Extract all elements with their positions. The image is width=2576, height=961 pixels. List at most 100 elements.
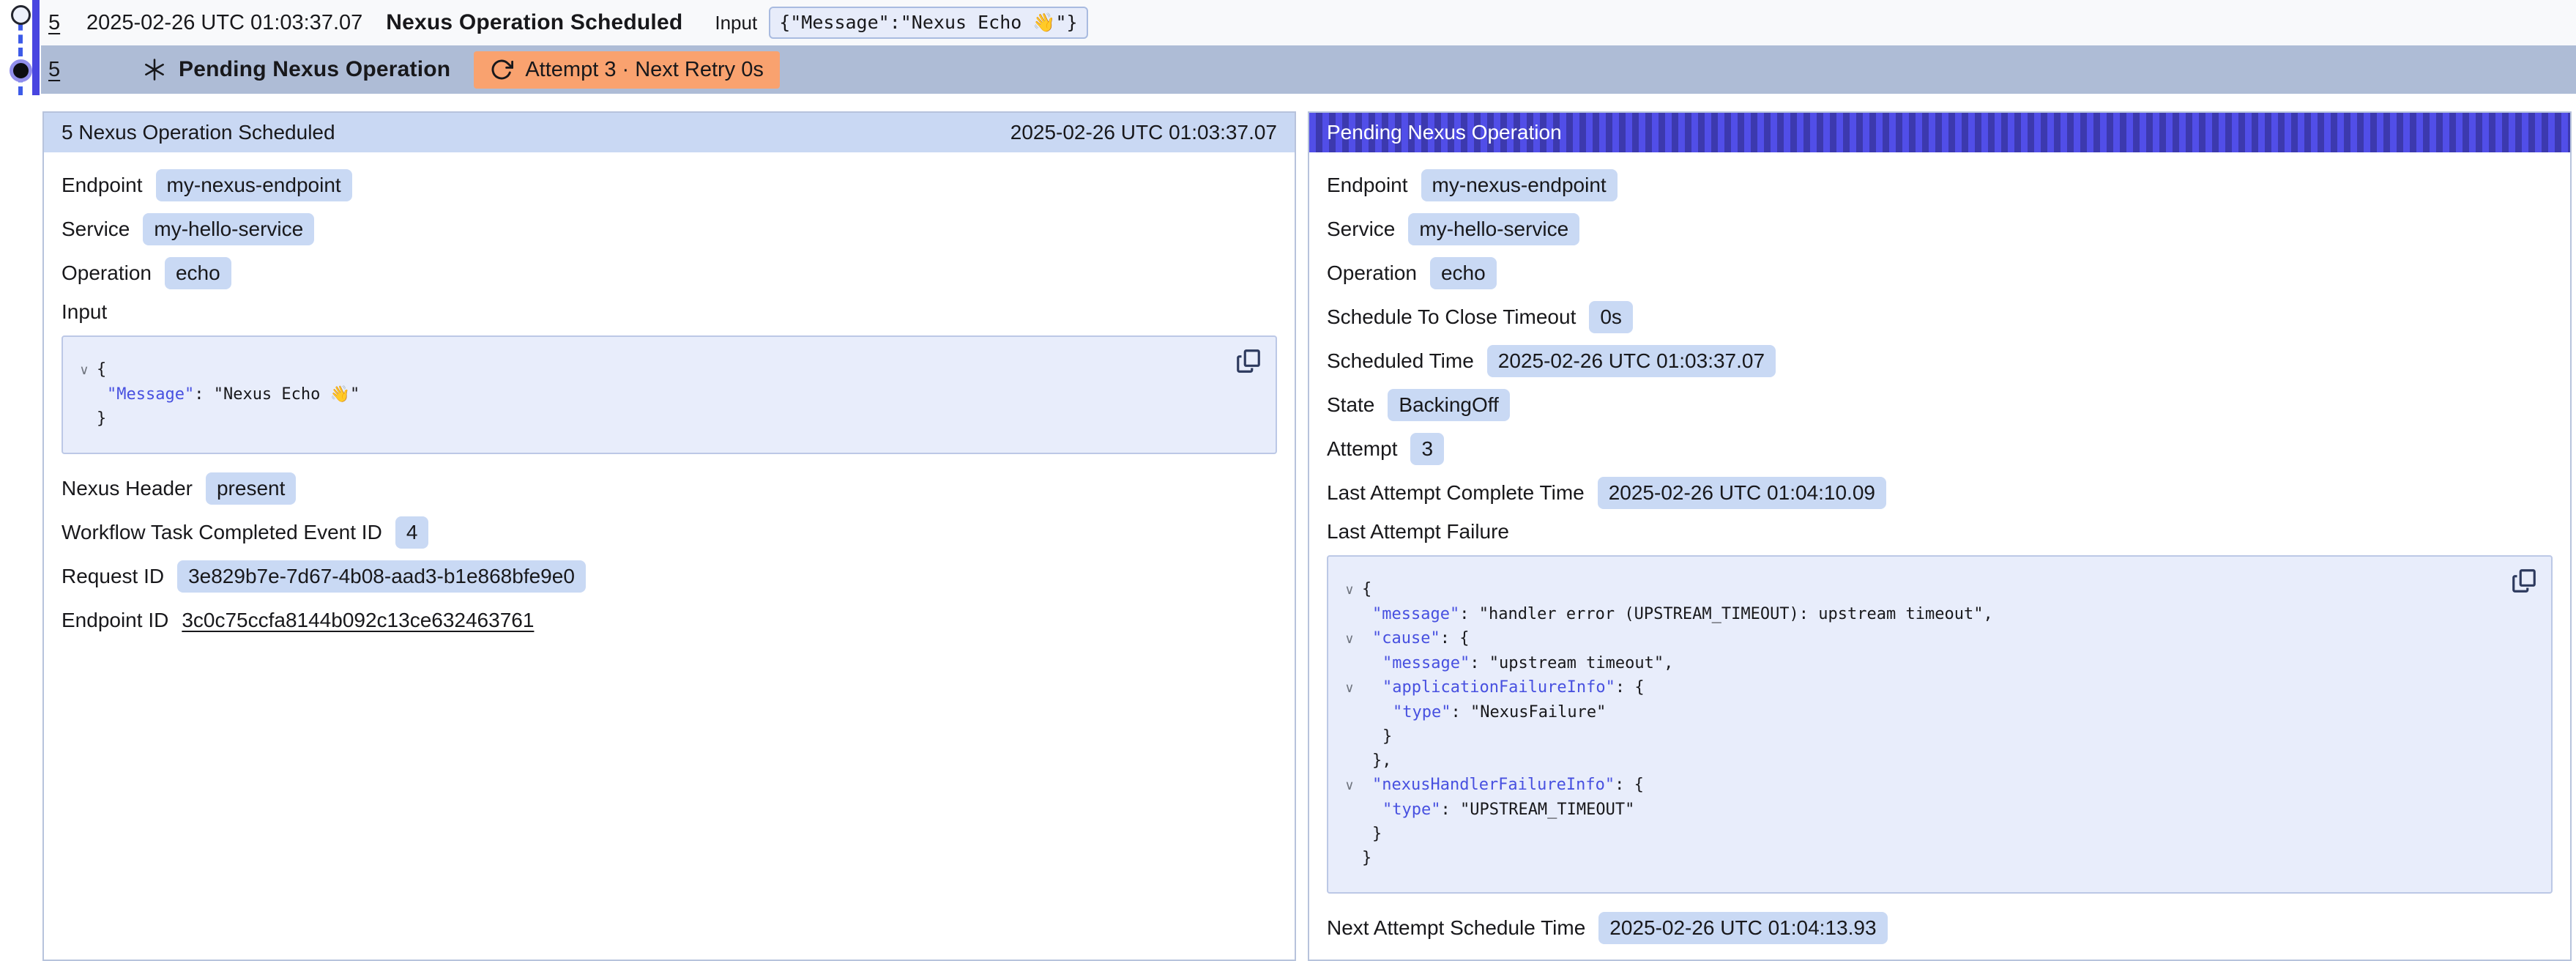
field-row: Next Attempt Schedule Time2025-02-26 UTC… — [1327, 911, 2553, 945]
json-line: "type": "UPSTREAM_TIMEOUT" — [1337, 798, 2493, 822]
retry-icon — [490, 58, 513, 81]
json-line: } — [1337, 822, 2493, 846]
field-label: Service — [1327, 218, 1395, 241]
event-timestamp: 2025-02-26 UTC 01:03:37.07 — [86, 11, 362, 35]
json-key: "applicationFailureInfo" — [1382, 678, 1615, 697]
pending-operation-panel: Pending Nexus Operation Endpointmy-nexus… — [1308, 111, 2572, 961]
collapse-chevron-icon[interactable]: ∨ — [1337, 676, 1362, 700]
json-text: : "handler error (UPSTREAM_TIMEOUT): ups… — [1459, 605, 1992, 623]
field-row: Attempt3 — [1327, 432, 2553, 466]
event-input-label: Input — [715, 12, 757, 34]
json-line-content: "type": "UPSTREAM_TIMEOUT" — [1362, 798, 1634, 822]
scheduled-fields-bottom: Nexus HeaderpresentWorkflow Task Complet… — [62, 472, 1277, 637]
json-line-content: "type": "NexusFailure" — [1362, 700, 1606, 724]
failure-json-block: ∨{"message": "handler error (UPSTREAM_TI… — [1327, 555, 2553, 894]
json-line-content: } — [1362, 724, 1392, 749]
json-line-content: "cause": { — [1362, 626, 1469, 650]
event-input-preview-badge[interactable]: {"Message":"Nexus Echo 👋"} — [769, 7, 1087, 39]
json-line: "message": "upstream timeout", — [1337, 651, 2493, 675]
field-value-badge: 3 — [1410, 433, 1444, 465]
field-row: Last Attempt Complete Time 2025-02-26 UTC… — [1327, 476, 2553, 510]
json-line: ∨"applicationFailureInfo": { — [1337, 675, 2493, 700]
json-key: "type" — [1382, 801, 1440, 819]
field-value-badge: 0s — [1589, 301, 1633, 333]
field-row: Scheduled Time 2025-02-26 UTC 01:03:37.07 — [1327, 344, 2553, 378]
field-label: Endpoint — [1327, 174, 1408, 197]
copy-button[interactable] — [2510, 567, 2538, 595]
field-label: Nexus Header — [62, 477, 193, 500]
field-row: StateBackingOff — [1327, 388, 2553, 422]
json-line-content: "applicationFailureInfo": { — [1362, 675, 1645, 700]
field-value-badge: present — [206, 472, 296, 505]
failure-json-code: ∨{"message": "handler error (UPSTREAM_TI… — [1337, 577, 2493, 870]
json-line-content: "nexusHandlerFailureInfo": { — [1362, 773, 1644, 797]
copy-icon — [1235, 347, 1262, 375]
scheduled-fields-top: Endpointmy-nexus-endpoint Servicemy-hello… — [62, 168, 1277, 290]
scheduled-panel-timestamp: 2025-02-26 UTC 01:03:37.07 — [1010, 121, 1277, 144]
collapse-chevron-icon[interactable]: ∨ — [1337, 578, 1362, 602]
json-line: "message": "handler error (UPSTREAM_TIME… — [1337, 602, 2493, 626]
json-line-content: } — [97, 407, 106, 431]
pending-fields-bottom: Next Attempt Schedule Time2025-02-26 UTC… — [1327, 911, 2553, 945]
collapse-chevron-icon[interactable]: ∨ — [72, 358, 97, 382]
copy-button[interactable] — [1235, 347, 1262, 375]
field-value-badge: 2025-02-26 UTC 01:03:37.07 — [1487, 345, 1776, 377]
field-label: Scheduled Time — [1327, 349, 1474, 373]
json-text: : "NexusFailure" — [1451, 703, 1606, 721]
field-row: Service my-hello-service — [1327, 212, 2553, 246]
json-text: } — [1372, 825, 1382, 843]
pending-spinner-icon — [142, 57, 167, 82]
json-key: "cause" — [1372, 629, 1440, 648]
pending-id-link[interactable]: 5 — [48, 58, 64, 82]
json-text: { — [1362, 580, 1371, 598]
field-row: Endpoint ID3c0c75ccfa8144b092c13ce632463… — [62, 604, 1277, 637]
json-text: : "UPSTREAM_TIMEOUT" — [1440, 801, 1634, 819]
input-json-block: ∨{"Message": "Nexus Echo 👋"} — [62, 335, 1277, 454]
field-label: State — [1327, 393, 1374, 417]
json-line: } — [1337, 724, 2493, 749]
field-row: Operationecho — [1327, 256, 2553, 290]
json-text: : { — [1440, 629, 1470, 648]
field-row: Operation echo — [62, 256, 1277, 290]
json-text: : "Nexus Echo 👋" — [194, 385, 360, 404]
collapse-chevron-icon[interactable]: ∨ — [1337, 627, 1362, 651]
json-line: ∨"nexusHandlerFailureInfo": { — [1337, 773, 2493, 798]
json-line: ∨{ — [72, 357, 1217, 382]
scheduled-panel-body: Endpointmy-nexus-endpoint Servicemy-hello… — [44, 152, 1295, 637]
event-detail-panels: 5 Nexus Operation Scheduled 2025-02-26 U… — [0, 111, 2576, 961]
field-row: Endpointmy-nexus-endpoint — [1327, 168, 2553, 202]
field-label: Schedule To Close Timeout — [1327, 305, 1576, 329]
json-line: "type": "NexusFailure" — [1337, 700, 2493, 724]
copy-icon — [2510, 567, 2538, 595]
json-text: : { — [1615, 776, 1644, 794]
field-label: Request ID — [62, 565, 164, 588]
field-value-badge: 2025-02-26 UTC 01:04:10.09 — [1598, 477, 1886, 509]
field-label: Operation — [1327, 261, 1417, 285]
field-row: Servicemy-hello-service — [62, 212, 1277, 246]
event-row-scheduled[interactable]: 5 2025-02-26 UTC 01:03:37.07 Nexus Opera… — [41, 0, 2576, 45]
timeline-active-bar — [32, 0, 40, 95]
field-label: Endpoint — [62, 174, 143, 197]
field-value-badge: my-hello-service — [1408, 213, 1579, 245]
json-line-content: { — [1362, 577, 1371, 601]
pending-fields-top: Endpointmy-nexus-endpoint Service my-hello… — [1327, 168, 2553, 510]
field-label: Last Attempt Complete Time — [1327, 481, 1585, 505]
field-row: Endpointmy-nexus-endpoint — [62, 168, 1277, 202]
retry-badge-label: Attempt 3 · Next Retry 0s — [525, 58, 764, 82]
json-line: ∨"cause": { — [1337, 626, 2493, 651]
pending-operation-row[interactable]: 5 Pending Nexus Operation Attempt 3 · Ne… — [41, 45, 2576, 94]
event-current-marker-icon — [10, 59, 32, 82]
field-row: Schedule To Close Timeout 0s — [1327, 300, 2553, 334]
pending-panel-body: Endpointmy-nexus-endpoint Service my-hello… — [1309, 152, 2570, 945]
json-line-content: "Message": "Nexus Echo 👋" — [97, 382, 360, 407]
json-line-content: }, — [1362, 749, 1392, 773]
json-text: : { — [1615, 678, 1645, 697]
json-key: "message" — [1382, 654, 1470, 672]
collapse-chevron-icon[interactable]: ∨ — [1337, 773, 1362, 798]
field-value-badge: 3e829b7e-7d67-4b08-aad3-b1e868bfe9e0 — [177, 560, 586, 593]
event-id-link[interactable]: 5 — [48, 11, 64, 35]
field-value-link[interactable]: 3c0c75ccfa8144b092c13ce632463761 — [182, 609, 534, 632]
json-text: } — [1382, 727, 1392, 746]
field-value-badge: echo — [165, 257, 231, 289]
field-label: Operation — [62, 261, 152, 285]
